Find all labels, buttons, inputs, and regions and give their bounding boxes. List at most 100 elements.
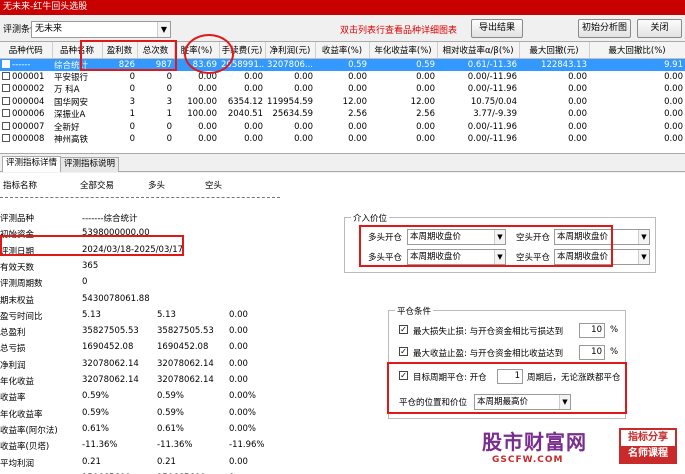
row-checkbox[interactable] bbox=[2, 121, 10, 130]
col-header[interactable]: 品种名称 bbox=[52, 42, 103, 59]
cell-text: 万 科A bbox=[54, 85, 80, 96]
stop-loss-checkbox[interactable]: ✓ bbox=[399, 325, 408, 334]
cell-text: 122843.13 bbox=[541, 59, 587, 70]
row-checkbox[interactable] bbox=[2, 134, 10, 143]
export-button[interactable]: 导出结果 bbox=[471, 19, 523, 38]
short-open-select[interactable]: 本周期收盘价 ▼ bbox=[554, 229, 650, 245]
close-button[interactable]: 关闭 bbox=[637, 19, 682, 38]
chevron-down-icon[interactable]: ▼ bbox=[494, 250, 505, 264]
table-cell: 9.91 bbox=[589, 58, 685, 71]
entry-price-title: 介入价位 bbox=[351, 212, 390, 224]
metric-value-long: 0.21 bbox=[157, 456, 176, 467]
col-header[interactable]: 相对收益率α/β(%) bbox=[437, 42, 520, 59]
cell-text: 0.00 bbox=[568, 96, 587, 107]
target-period-checkbox[interactable]: ✓ bbox=[399, 371, 408, 380]
criteria-select[interactable]: 无未来 ▼ bbox=[31, 21, 171, 38]
toolbar: 评测条件: 无未来 ▼ 双击列表行查看品种详细图表 导出结果 初始分析图 关闭 bbox=[0, 15, 685, 41]
col-header[interactable]: 最大回撤比(%) bbox=[589, 42, 685, 59]
tab-metrics-description[interactable]: 评测指标说明 bbox=[60, 157, 120, 172]
metric-value-all: 0.59% bbox=[82, 391, 110, 402]
table-cell: 3 bbox=[102, 96, 137, 109]
table-row[interactable]: 000002 万 科A 0 0 0.00 0.00 0.00 0.00 0.00 0.00/-11… bbox=[0, 83, 685, 96]
table-row[interactable]: 000006 深振业A 1 1 100.00 2040.51 25634.59 2.56 2.5… bbox=[0, 108, 685, 121]
cell-text: 826 bbox=[118, 59, 135, 70]
metric-value-short: 0.00 bbox=[229, 309, 248, 320]
metric-label: 初始资金 bbox=[0, 230, 35, 241]
chevron-down-icon[interactable]: ▼ bbox=[638, 230, 649, 244]
table-cell: 0.00/-11.96 bbox=[437, 121, 519, 134]
col-header[interactable]: 总次数 bbox=[137, 42, 175, 59]
table-cell: ------ bbox=[0, 58, 52, 71]
results-grid[interactable]: 品种代码 品种名称 盈利数 总次数 胜率(%) 手续费(元) 净利润(元) 收益… bbox=[0, 41, 685, 154]
take-profit-checkbox[interactable]: ✓ bbox=[399, 347, 408, 356]
row-checkbox[interactable] bbox=[2, 71, 10, 80]
cell-text: 0.00 bbox=[664, 109, 683, 120]
table-row[interactable]: 000001 平安银行 0 0 0.00 0.00 0.00 0.00 0.00 0.00/-11… bbox=[0, 71, 685, 84]
col-header[interactable]: 收益率(%) bbox=[315, 42, 370, 59]
cell-text: 000001 bbox=[12, 71, 45, 82]
metric-value-short: -11.96% bbox=[229, 440, 265, 451]
col-header[interactable]: 年化收益率(%) bbox=[369, 42, 438, 59]
analysis-chart-button[interactable]: 初始分析图 bbox=[578, 19, 631, 38]
cell-text: 100.00 bbox=[187, 96, 217, 107]
row-checkbox[interactable] bbox=[2, 96, 10, 105]
row-checkbox[interactable] bbox=[2, 109, 10, 118]
metric-value-long: 32078062.14 bbox=[157, 358, 214, 369]
table-row[interactable]: 000008 神州高铁 0 0 0.00 0.00 0.00 0.00 0.00 0.00/-11… bbox=[0, 133, 685, 146]
row-checkbox[interactable] bbox=[2, 59, 10, 68]
table-cell: 2.56 bbox=[369, 108, 437, 121]
chevron-down-icon[interactable]: ▼ bbox=[559, 395, 570, 409]
col-header[interactable]: 胜率(%) bbox=[174, 42, 220, 59]
table-row[interactable]: 000007 全新好 0 0 0.00 0.00 0.00 0.00 0.00 0.00/-11.… bbox=[0, 121, 685, 134]
cell-text: 0.61/-11.36 bbox=[467, 59, 517, 70]
table-cell: 0 bbox=[137, 71, 174, 84]
long-open-select[interactable]: 本周期收盘价 ▼ bbox=[407, 229, 506, 245]
table-cell: 0.00 bbox=[589, 108, 685, 121]
table-cell: 0 bbox=[137, 121, 174, 134]
table-cell: 10.75/0.04 bbox=[437, 96, 519, 109]
metric-label: 收益率 bbox=[0, 393, 26, 404]
chevron-down-icon[interactable]: ▼ bbox=[494, 230, 505, 244]
table-cell: 0.00 bbox=[315, 71, 369, 84]
target-period-input[interactable]: 1 bbox=[497, 369, 523, 384]
metric-label: 净利润 bbox=[0, 360, 26, 371]
metric-value-short: 0.00 bbox=[229, 375, 248, 385]
cell-text: 000008 bbox=[12, 134, 45, 145]
col-header[interactable]: 品种代码 bbox=[0, 42, 53, 59]
metric-value: 5430078061.88 bbox=[82, 293, 150, 304]
col-header[interactable]: 净利润(元) bbox=[265, 42, 316, 59]
col-header[interactable]: 最大回撤(元) bbox=[519, 42, 590, 59]
row-checkbox[interactable] bbox=[2, 84, 10, 93]
watermark-site-name: 股市财富网 bbox=[482, 430, 587, 454]
table-cell: 000006 bbox=[0, 108, 52, 121]
table-row[interactable]: 000004 国华网安 3 3 100.00 6354.12 119954.59 12.00 1… bbox=[0, 96, 685, 109]
table-cell: 0 bbox=[137, 83, 174, 96]
table-cell: 100.00 bbox=[174, 96, 219, 109]
table-cell: 0.00 bbox=[219, 71, 265, 84]
table-cell: 0 bbox=[102, 83, 137, 96]
metric-label: 评测品种 bbox=[0, 214, 35, 224]
cell-text: 0.00 bbox=[416, 134, 435, 145]
chevron-down-icon[interactable]: ▼ bbox=[638, 250, 649, 264]
short-open-label: 空头开仓 bbox=[516, 233, 551, 243]
tab-metrics-detail[interactable]: 评测指标详情 bbox=[2, 156, 62, 172]
col-header[interactable]: 盈利数 bbox=[102, 42, 138, 59]
cell-text: 0.00 bbox=[568, 84, 587, 95]
stop-loss-input[interactable]: 10 bbox=[579, 323, 605, 338]
take-profit-input[interactable]: 10 bbox=[579, 345, 605, 360]
take-profit-label: 最大收益止盈: 与开仓资金相比收益达到 bbox=[413, 349, 564, 359]
table-cell: 3.77/-9.39 bbox=[437, 108, 519, 121]
col-header[interactable]: 手续费(元) bbox=[219, 42, 266, 59]
close-position-select[interactable]: 本周期最高价 ▼ bbox=[474, 394, 571, 410]
table-row[interactable]: ------ 综合统计 826 987 83.69 2058991.... 3207806.… bbox=[0, 58, 685, 71]
metric-value-all: 32078062.14 bbox=[82, 375, 139, 385]
metric-label: 评测日期 bbox=[0, 246, 35, 257]
metric-value-long: 0.59% bbox=[157, 391, 185, 402]
percent-unit: % bbox=[610, 325, 619, 335]
cell-text: 3 bbox=[129, 96, 135, 107]
long-close-select[interactable]: 本周期收盘价 ▼ bbox=[407, 249, 506, 265]
chevron-down-icon[interactable]: ▼ bbox=[157, 22, 170, 37]
cell-text: 10.75/0.04 bbox=[470, 96, 517, 107]
short-close-select[interactable]: 本周期收盘价 ▼ bbox=[554, 249, 650, 265]
table-cell: 深振业A bbox=[52, 108, 102, 121]
